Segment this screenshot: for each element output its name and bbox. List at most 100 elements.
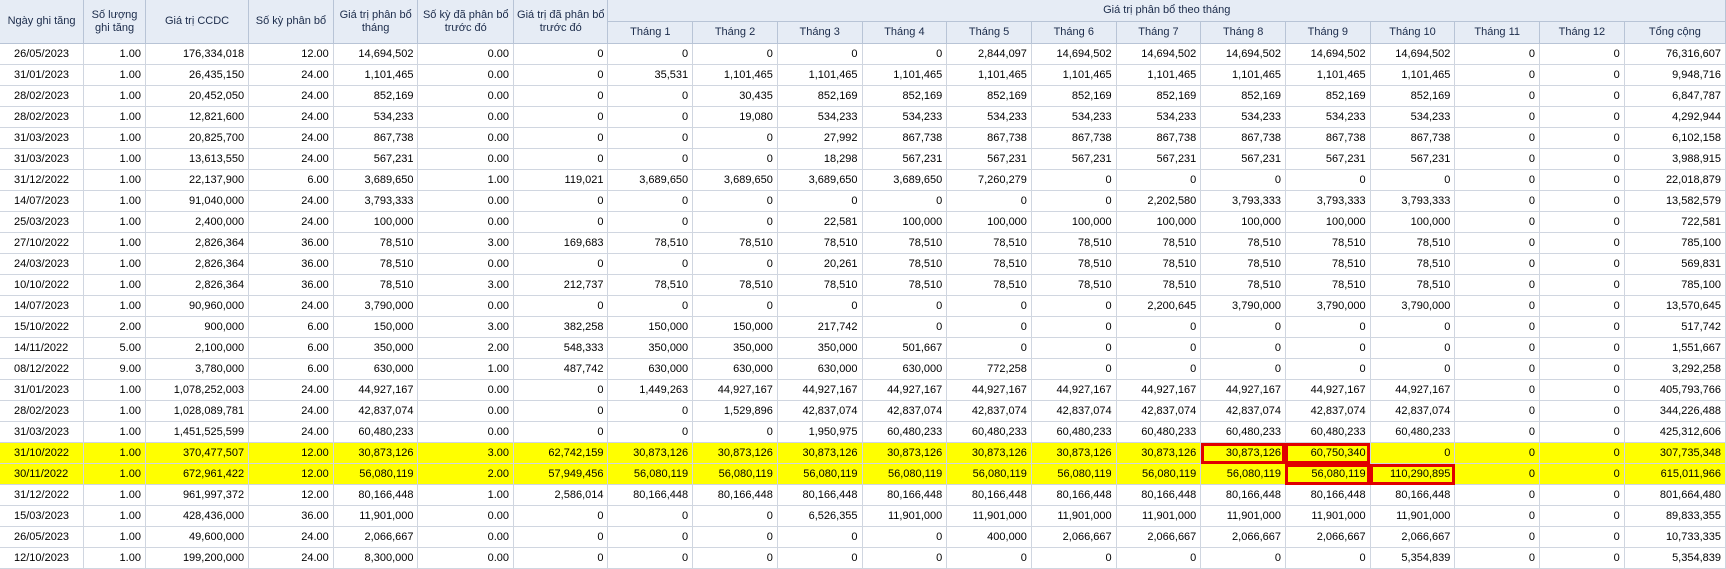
cell-tong-cong[interactable]: 10,733,335 <box>1624 526 1726 548</box>
cell-gia-tri-da-phan-bo[interactable]: 0 <box>513 526 609 548</box>
cell-so-ky-da-phan-bo[interactable]: 0.00 <box>417 148 515 170</box>
cell-thang-8[interactable]: 78,510 <box>1200 274 1286 296</box>
cell-gia-tri-da-phan-bo[interactable]: 0 <box>513 85 609 107</box>
cell-thang-4[interactable]: 534,233 <box>862 106 948 128</box>
cell-thang-10[interactable]: 110,290,895 <box>1370 463 1456 485</box>
cell-so-luong[interactable]: 2.00 <box>83 316 146 338</box>
cell-thang-5[interactable]: 2,844,097 <box>946 43 1032 65</box>
cell-so-luong[interactable]: 1.00 <box>83 190 146 212</box>
cell-so-luong[interactable]: 1.00 <box>83 421 146 443</box>
cell-thang-6[interactable]: 78,510 <box>1031 274 1117 296</box>
cell-gia-tri-ccdc[interactable]: 90,960,000 <box>145 295 250 317</box>
cell-so-ky-da-phan-bo[interactable]: 0.00 <box>417 421 515 443</box>
cell-thang-12[interactable]: 0 <box>1539 379 1625 401</box>
cell-thang-2[interactable]: 44,927,167 <box>692 379 778 401</box>
cell-thang-3[interactable]: 1,101,465 <box>777 64 863 86</box>
cell-thang-7[interactable]: 100,000 <box>1116 211 1202 233</box>
cell-thang-4[interactable]: 78,510 <box>862 232 948 254</box>
cell-thang-2[interactable]: 0 <box>692 505 778 527</box>
cell-thang-7[interactable]: 2,200,645 <box>1116 295 1202 317</box>
cell-thang-10[interactable]: 0 <box>1370 337 1456 359</box>
cell-thang-6[interactable]: 56,080,119 <box>1031 463 1117 485</box>
cell-thang-8[interactable]: 3,793,333 <box>1200 190 1286 212</box>
cell-thang-10[interactable]: 100,000 <box>1370 211 1456 233</box>
header-month-11[interactable]: Tháng 11 <box>1454 21 1541 44</box>
cell-thang-9[interactable]: 0 <box>1285 337 1371 359</box>
cell-gia-tri-ccdc[interactable]: 20,825,700 <box>145 127 250 149</box>
cell-thang-7[interactable]: 78,510 <box>1116 274 1202 296</box>
cell-so-ky-da-phan-bo[interactable]: 2.00 <box>417 337 515 359</box>
cell-so-ky-da-phan-bo[interactable]: 3.00 <box>417 274 515 296</box>
cell-thang-7[interactable]: 80,166,448 <box>1116 484 1202 506</box>
cell-ngay-ghi-tang[interactable]: 10/10/2022 <box>0 274 85 296</box>
cell-thang-9[interactable]: 1,101,465 <box>1285 64 1371 86</box>
table-row[interactable]: 14/11/2022 5.00 2,100,000 6.00 350,000 2.00 54… <box>0 337 1726 359</box>
cell-thang-10[interactable]: 44,927,167 <box>1370 379 1456 401</box>
cell-thang-6[interactable]: 30,873,126 <box>1031 442 1117 464</box>
cell-thang-3[interactable]: 44,927,167 <box>777 379 863 401</box>
cell-so-luong[interactable]: 1.00 <box>83 379 146 401</box>
cell-so-ky-da-phan-bo[interactable]: 0.00 <box>417 85 515 107</box>
cell-ngay-ghi-tang[interactable]: 08/12/2022 <box>0 358 85 380</box>
cell-so-ky-phan-bo[interactable]: 6.00 <box>248 316 334 338</box>
cell-thang-3[interactable]: 534,233 <box>777 106 863 128</box>
cell-gia-tri-phan-bo-thang[interactable]: 3,793,333 <box>333 190 419 212</box>
cell-thang-7[interactable]: 78,510 <box>1116 232 1202 254</box>
cell-thang-12[interactable]: 0 <box>1539 274 1625 296</box>
table-row[interactable]: 15/03/2023 1.00 428,436,000 36.00 11,901,000… <box>0 505 1726 527</box>
cell-thang-9[interactable]: 0 <box>1285 316 1371 338</box>
cell-gia-tri-ccdc[interactable]: 91,040,000 <box>145 190 250 212</box>
cell-gia-tri-ccdc[interactable]: 900,000 <box>145 316 250 338</box>
cell-thang-9[interactable]: 2,066,667 <box>1285 526 1371 548</box>
cell-tong-cong[interactable]: 13,570,645 <box>1624 295 1726 317</box>
cell-thang-5[interactable]: 30,873,126 <box>946 442 1032 464</box>
cell-thang-1[interactable]: 150,000 <box>607 316 694 338</box>
cell-thang-9[interactable]: 0 <box>1285 169 1371 191</box>
cell-thang-3[interactable]: 18,298 <box>777 148 863 170</box>
cell-gia-tri-ccdc[interactable]: 199,200,000 <box>145 547 250 569</box>
cell-so-ky-phan-bo[interactable]: 24.00 <box>248 148 334 170</box>
cell-thang-8[interactable]: 534,233 <box>1200 106 1286 128</box>
cell-thang-2[interactable]: 0 <box>692 295 778 317</box>
cell-thang-2[interactable]: 1,101,465 <box>692 64 778 86</box>
cell-thang-5[interactable]: 867,738 <box>946 127 1032 149</box>
cell-so-ky-phan-bo[interactable]: 6.00 <box>248 337 334 359</box>
cell-thang-4[interactable]: 11,901,000 <box>862 505 948 527</box>
cell-so-ky-phan-bo[interactable]: 24.00 <box>248 547 334 569</box>
cell-thang-11[interactable]: 0 <box>1454 169 1541 191</box>
cell-gia-tri-phan-bo-thang[interactable]: 2,066,667 <box>333 526 419 548</box>
cell-thang-2[interactable]: 78,510 <box>692 232 778 254</box>
cell-so-ky-phan-bo[interactable]: 24.00 <box>248 64 334 86</box>
header-gia-tri-da-phan-bo[interactable]: Giá trị đã phân bổ trước đó <box>513 0 609 44</box>
cell-so-luong[interactable]: 1.00 <box>83 43 146 65</box>
cell-thang-6[interactable]: 0 <box>1031 295 1117 317</box>
cell-thang-6[interactable]: 0 <box>1031 169 1117 191</box>
cell-gia-tri-ccdc[interactable]: 1,078,252,003 <box>145 379 250 401</box>
cell-tong-cong[interactable]: 1,551,667 <box>1624 337 1726 359</box>
cell-thang-2[interactable]: 0 <box>692 211 778 233</box>
cell-thang-12[interactable]: 0 <box>1539 484 1625 506</box>
cell-thang-12[interactable]: 0 <box>1539 337 1625 359</box>
cell-thang-10[interactable]: 60,480,233 <box>1370 421 1456 443</box>
cell-thang-1[interactable]: 35,531 <box>607 64 694 86</box>
cell-so-luong[interactable]: 1.00 <box>83 463 146 485</box>
table-row[interactable]: 31/12/2022 1.00 961,997,372 12.00 80,166,448… <box>0 484 1726 506</box>
cell-ngay-ghi-tang[interactable]: 31/12/2022 <box>0 169 85 191</box>
cell-so-luong[interactable]: 1.00 <box>83 64 146 86</box>
cell-thang-2[interactable]: 630,000 <box>692 358 778 380</box>
cell-so-ky-phan-bo[interactable]: 36.00 <box>248 232 334 254</box>
cell-so-luong[interactable]: 1.00 <box>83 505 146 527</box>
cell-so-ky-da-phan-bo[interactable]: 0.00 <box>417 295 515 317</box>
cell-thang-11[interactable]: 0 <box>1454 400 1541 422</box>
cell-so-ky-phan-bo[interactable]: 36.00 <box>248 253 334 275</box>
cell-thang-6[interactable]: 1,101,465 <box>1031 64 1117 86</box>
cell-gia-tri-phan-bo-thang[interactable]: 14,694,502 <box>333 43 419 65</box>
cell-tong-cong[interactable]: 76,316,607 <box>1624 43 1726 65</box>
cell-thang-10[interactable]: 867,738 <box>1370 127 1456 149</box>
cell-gia-tri-phan-bo-thang[interactable]: 78,510 <box>333 274 419 296</box>
cell-ngay-ghi-tang[interactable]: 28/02/2023 <box>0 106 85 128</box>
cell-tong-cong[interactable]: 307,735,348 <box>1624 442 1726 464</box>
cell-ngay-ghi-tang[interactable]: 24/03/2023 <box>0 253 85 275</box>
cell-thang-11[interactable]: 0 <box>1454 211 1541 233</box>
cell-thang-1[interactable]: 350,000 <box>607 337 694 359</box>
